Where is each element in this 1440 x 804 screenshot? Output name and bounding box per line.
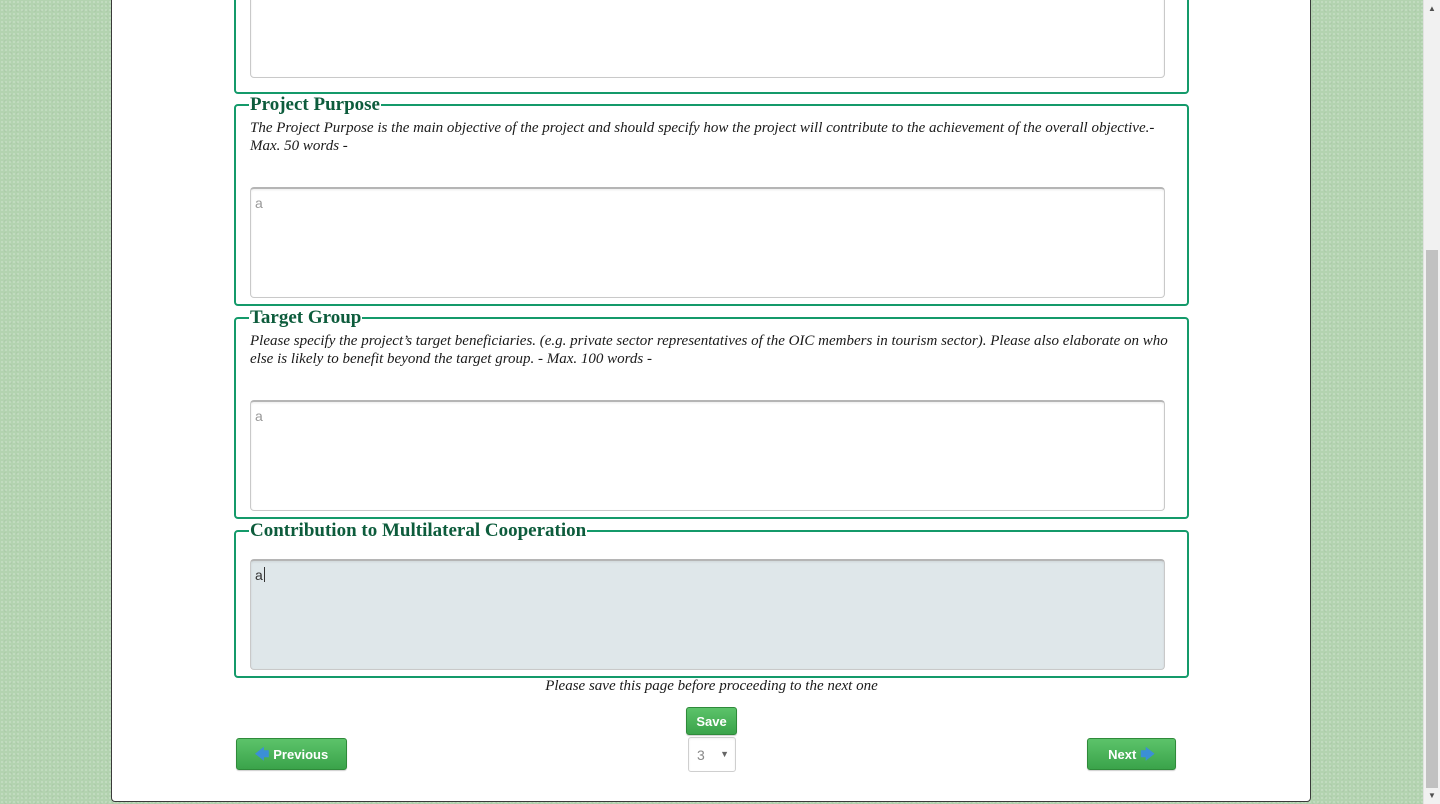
save-note: Please save this page before proceeding … [545,678,878,694]
project-purpose-textarea-value: a [255,195,263,211]
project-purpose-legend: Project Purpose [250,94,380,115]
arrow-right-icon: 🡆 [1140,746,1155,762]
target-group-description: Please specify the project’s target bene… [250,333,1168,367]
fieldset-top-section: a [234,0,1189,94]
next-button[interactable]: Next 🡆 [1087,738,1176,770]
target-group-textarea-value: a [255,408,263,424]
contribution-textarea[interactable]: a [250,559,1165,670]
save-button-label: Save [696,713,727,729]
save-button[interactable]: Save [686,707,737,735]
top-textarea[interactable]: a [250,0,1165,78]
previous-button-label: Previous [273,746,329,762]
text-cursor [263,567,265,582]
previous-button[interactable]: 🡄 Previous [236,738,347,770]
scrollbar-thumb[interactable] [1426,250,1438,788]
scroll-up-icon[interactable]: ▲ [1424,0,1440,17]
target-group-textarea[interactable]: a [250,400,1165,511]
arrow-left-icon: 🡄 [254,746,270,762]
target-group-legend: Target Group [250,307,362,328]
next-button-label: Next [1108,746,1137,762]
contribution-legend: Contribution to Multilateral Cooperation [250,520,587,541]
scroll-down-icon[interactable]: ▼ [1424,787,1440,804]
fieldset-project-purpose: Project Purpose The Project Purpose is t… [234,95,1189,306]
project-purpose-description: The Project Purpose is the main objectiv… [250,120,1155,154]
fieldset-target-group: Target Group Please specify the project’… [234,308,1189,519]
chevron-down-icon: ▼ [720,749,729,759]
page-select-value: 3 [697,747,705,763]
contribution-textarea-value: a [255,567,263,583]
page-select[interactable]: 3 ▼ [688,737,736,772]
fieldset-contribution: Contribution to Multilateral Cooperation… [234,521,1189,678]
project-purpose-textarea[interactable]: a [250,187,1165,298]
vertical-scrollbar[interactable]: ▲ ▼ [1423,0,1440,804]
